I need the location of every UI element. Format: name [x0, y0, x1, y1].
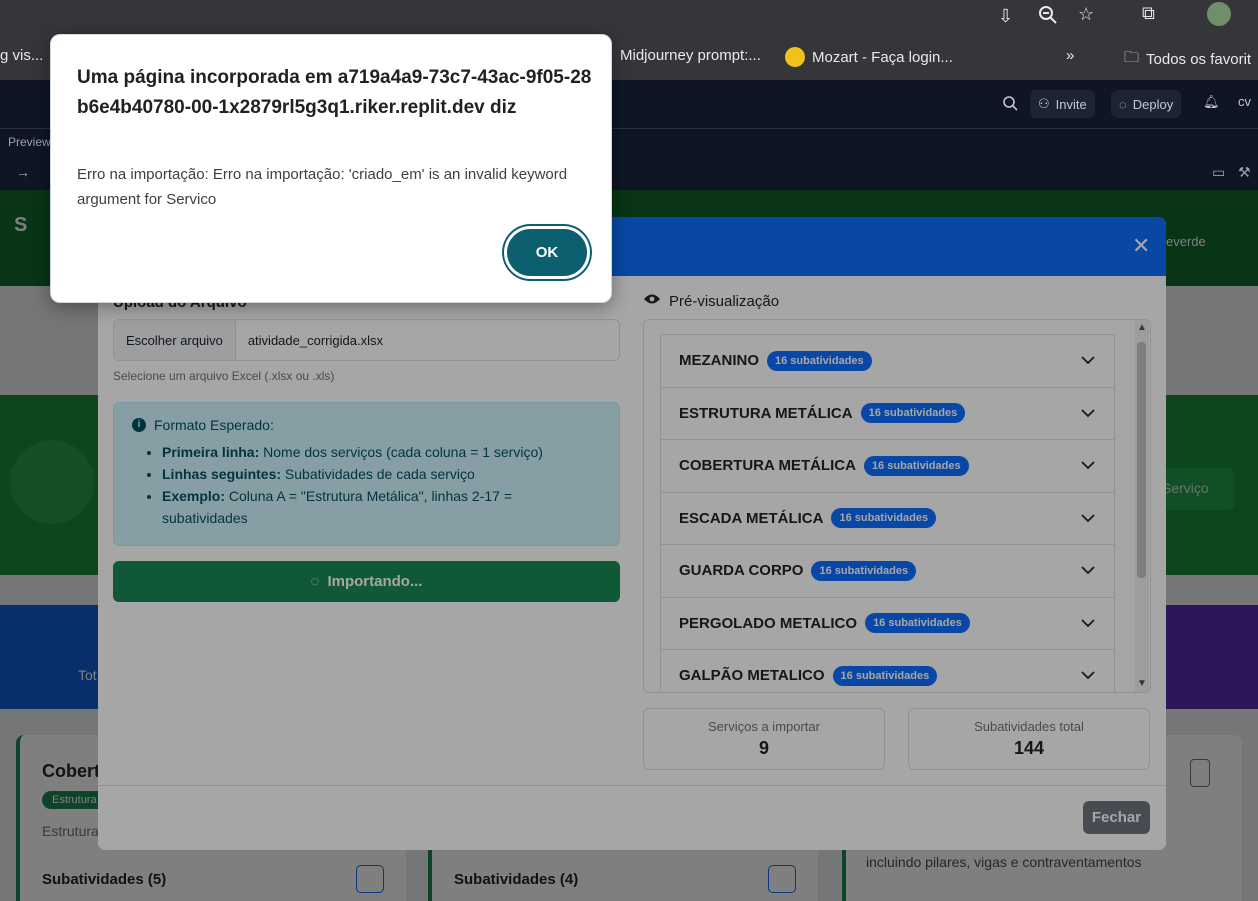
forward-arrow-icon[interactable]: →	[16, 164, 30, 180]
deploy-icon: ◌	[1119, 96, 1127, 112]
extensions-icon[interactable]: ⧉	[1142, 3, 1155, 24]
folder-icon: 🗀	[1124, 49, 1140, 66]
search-icon[interactable]	[1002, 95, 1018, 114]
alert-dialog: Uma página incorporada em a719a4a9-73c7-…	[50, 34, 612, 303]
add-user-icon: ⚇	[1038, 96, 1050, 111]
avatar[interactable]: cv	[1238, 94, 1251, 109]
bookmark-label: Todos os favorit	[1146, 51, 1252, 68]
alert-title: Uma página incorporada em a719a4a9-73c7-…	[77, 67, 592, 118]
alert-message: Erro na importação: Erro na importação: …	[77, 166, 568, 208]
profile-avatar[interactable]	[1207, 2, 1231, 26]
bookmark-label: Mozart - Faça login...	[812, 48, 953, 66]
notification-bell-icon[interactable]: 🔔︎	[1203, 94, 1220, 110]
install-icon[interactable]: ⇩	[998, 6, 1013, 27]
bookmark-label: Midjourney prompt:...	[620, 47, 761, 64]
devtools-icon[interactable]: ▭	[1212, 164, 1225, 181]
bookmark-folder[interactable]: 🗀 Todos os favorit	[1124, 47, 1251, 72]
modal-dim-overlay	[98, 217, 1166, 850]
tab-preview[interactable]: Preview	[8, 135, 51, 149]
invite-label: Invite	[1055, 96, 1087, 112]
bookmark-star-icon[interactable]: ☆	[1078, 4, 1094, 25]
deploy-button[interactable]: ◌ Deploy	[1111, 90, 1182, 118]
more-bookmarks-button[interactable]: »	[1066, 47, 1074, 64]
ok-button[interactable]: OK	[504, 226, 590, 279]
zoom-icon[interactable]	[1038, 5, 1058, 30]
invite-button[interactable]: ⚇ Invite	[1030, 90, 1095, 118]
bookmark-label: g vis...	[0, 47, 44, 64]
mozart-icon	[785, 47, 805, 67]
bookmark-item[interactable]: Midjourney prompt:...	[620, 47, 761, 64]
wrench-icon[interactable]: ⚒	[1238, 164, 1251, 181]
browser-toolbar: ⇩ ☆ ⧉	[0, 0, 1258, 34]
deploy-label: Deploy	[1132, 96, 1174, 112]
bookmark-item[interactable]: Mozart - Faça login...	[785, 47, 953, 67]
bookmark-label: »	[1066, 47, 1075, 64]
bookmark-item[interactable]: g vis...	[0, 47, 43, 64]
